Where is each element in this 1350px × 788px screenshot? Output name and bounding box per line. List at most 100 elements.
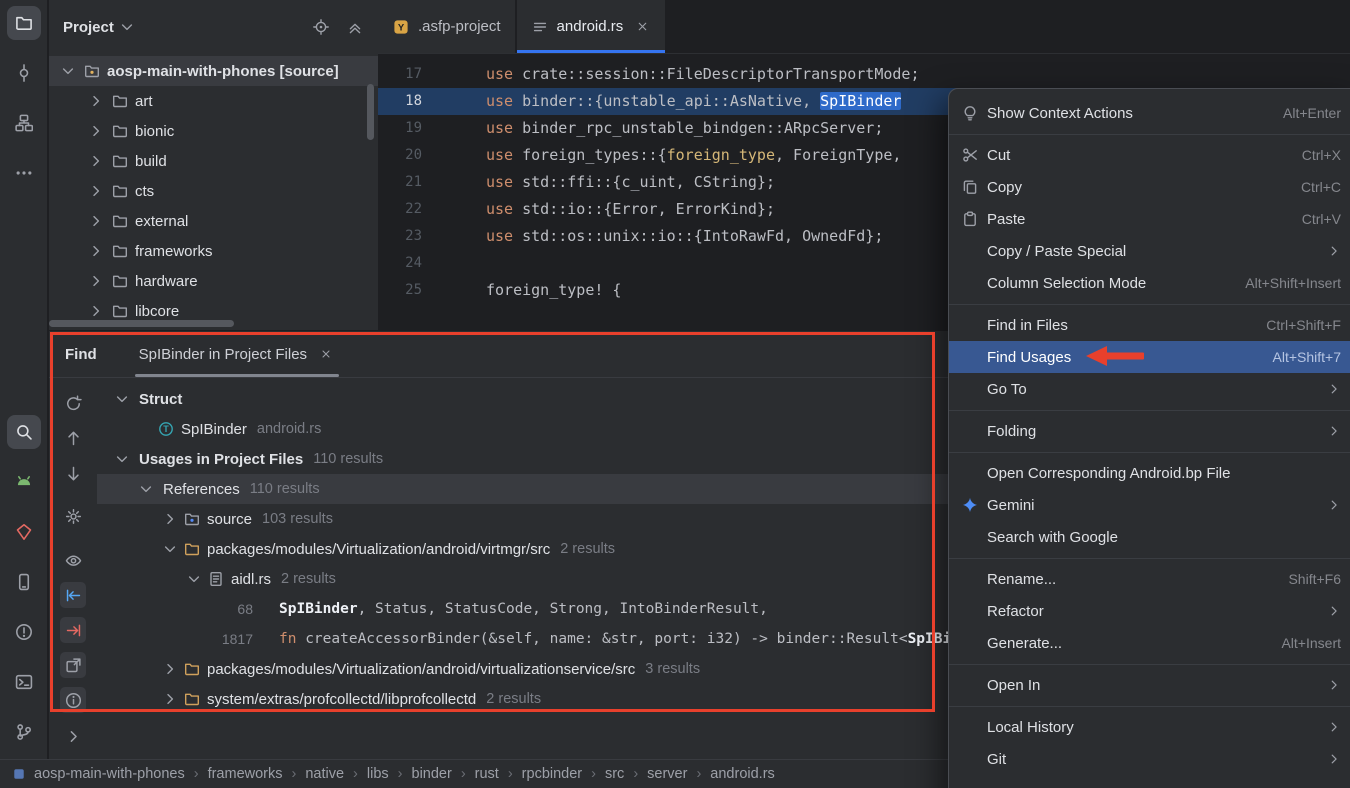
tool-button-commit[interactable] [7, 56, 41, 90]
project-tree-item-art[interactable]: art [49, 86, 378, 116]
menu-item-column-selection-mode[interactable]: Column Selection ModeAlt+Shift+Insert [949, 267, 1350, 299]
menu-item-find-in-files[interactable]: Find in FilesCtrl+Shift+F [949, 309, 1350, 341]
tree-expander[interactable] [183, 570, 205, 588]
menu-item-find-usages[interactable]: Find UsagesAlt+Shift+7 [949, 341, 1350, 373]
tool-button-problems[interactable] [7, 615, 41, 649]
breadcrumb-item-native[interactable]: native [305, 766, 344, 782]
code-line-17[interactable]: 17use crate::session::FileDescriptorTran… [378, 61, 1350, 88]
menu-item-copy[interactable]: CopyCtrl+C [949, 171, 1350, 203]
menu-item-rename[interactable]: Rename...Shift+F6 [949, 563, 1350, 595]
find-toolbar-previous-occurrence[interactable] [60, 425, 86, 451]
horizontal-scrollbar[interactable] [49, 320, 234, 327]
menu-item-go-to[interactable]: Go To [949, 373, 1350, 405]
breadcrumb-item-server[interactable]: server [647, 766, 687, 782]
result-label: References [163, 481, 240, 498]
tree-expander-icon[interactable] [87, 122, 105, 140]
breadcrumb-separator: › [353, 766, 358, 782]
result-label: packages/modules/Virtualization/android/… [207, 661, 635, 678]
find-results-tab[interactable]: SpIBinder in Project Files [127, 331, 347, 377]
tree-expander[interactable] [159, 540, 181, 558]
editor-tab-android-rs[interactable]: android.rs [517, 0, 668, 53]
menu-item-folding[interactable]: Folding [949, 415, 1350, 447]
menu-item-generate[interactable]: Generate...Alt+Insert [949, 627, 1350, 659]
project-tree-item-aosp-main-with-phones-source[interactable]: aosp-main-with-phones [source] [49, 56, 378, 86]
search-icon [15, 423, 33, 441]
tree-expander[interactable] [111, 450, 133, 468]
find-toolbar-preview[interactable] [60, 547, 86, 573]
menu-item-gemini[interactable]: Gemini [949, 489, 1350, 521]
tree-expander[interactable] [159, 660, 181, 678]
menu-item-open-in[interactable]: Open In [949, 669, 1350, 701]
find-toolbar-jump-to-source[interactable] [60, 617, 86, 643]
project-tree-item-bionic[interactable]: bionic [49, 116, 378, 146]
tree-expander-icon[interactable] [87, 152, 105, 170]
tree-expander-icon[interactable] [87, 242, 105, 260]
tree-expander[interactable] [159, 510, 181, 528]
tool-button-structure[interactable] [7, 106, 41, 140]
menu-item-open-corresponding-android-bp-file[interactable]: Open Corresponding Android.bp File [949, 457, 1350, 489]
find-toolbar-navigate-with-single-click[interactable] [60, 582, 86, 608]
menu-item-git[interactable]: Git [949, 743, 1350, 775]
tree-expander[interactable] [159, 690, 181, 708]
project-tree-item-frameworks[interactable]: frameworks [49, 236, 378, 266]
menu-item-paste[interactable]: PasteCtrl+V [949, 203, 1350, 235]
menu-item-local-history[interactable]: Local History [949, 711, 1350, 743]
menu-item-label: Copy [987, 179, 1022, 196]
tree-expander-icon[interactable] [87, 182, 105, 200]
vertical-scrollbar[interactable] [367, 84, 374, 140]
tree-expander[interactable] [111, 390, 133, 408]
code-token: use [486, 146, 522, 164]
project-tree-item-external[interactable]: external [49, 206, 378, 236]
find-toolbar-more-options[interactable] [60, 723, 86, 749]
tool-button-more-tool-windows[interactable] [7, 156, 41, 190]
close-icon[interactable] [317, 345, 335, 363]
tool-button-logcat[interactable] [7, 465, 41, 499]
project-tree-item-cts[interactable]: cts [49, 176, 378, 206]
close-icon[interactable] [633, 18, 651, 36]
collapse-all-icon[interactable] [346, 18, 364, 36]
breadcrumb-item-rust[interactable]: rust [475, 766, 499, 782]
arrow-up-icon [64, 429, 82, 447]
tool-button-app-quality-insights[interactable] [7, 515, 41, 549]
find-toolbar-settings[interactable] [60, 503, 86, 529]
menu-item-search-with-google[interactable]: Search with Google [949, 521, 1350, 553]
find-toolbar-next-occurrence[interactable] [60, 460, 86, 486]
project-tree-item-hardware[interactable]: hardware [49, 266, 378, 296]
nav-arrow-left-icon [64, 586, 82, 604]
find-toolbar-open-results-in-new-tab[interactable] [60, 652, 86, 678]
refresh-icon [64, 394, 82, 412]
breadcrumb-item-aosp-main-with-phones[interactable]: aosp-main-with-phones [10, 765, 185, 783]
tree-expander-icon[interactable] [59, 62, 77, 80]
breadcrumb-item-binder[interactable]: binder [412, 766, 452, 782]
project-panel-title[interactable]: Project [63, 19, 114, 36]
tree-expander[interactable] [135, 480, 157, 498]
tool-button-find[interactable] [7, 415, 41, 449]
menu-item-shortcut: Ctrl+V [1302, 211, 1341, 227]
tree-expander-icon[interactable] [87, 302, 105, 320]
find-toolbar-rerun[interactable] [60, 390, 86, 416]
tree-expander-icon[interactable] [87, 272, 105, 290]
menu-item-copy-paste-special[interactable]: Copy / Paste Special [949, 235, 1350, 267]
breadcrumb-item-frameworks[interactable]: frameworks [208, 766, 283, 782]
tree-expander-icon[interactable] [87, 212, 105, 230]
tool-button-device-manager[interactable] [7, 565, 41, 599]
chevron-down-icon[interactable] [118, 18, 136, 36]
result-count: 3 results [645, 661, 700, 677]
editor-tab-asfp-project[interactable]: Y.asfp-project [378, 0, 517, 53]
tool-button-project[interactable] [7, 6, 41, 40]
menu-item-cut[interactable]: CutCtrl+X [949, 139, 1350, 171]
menu-item-show-context-actions[interactable]: Show Context ActionsAlt+Enter [949, 97, 1350, 129]
tree-expander-icon[interactable] [87, 92, 105, 110]
tool-button-terminal[interactable] [7, 665, 41, 699]
find-toolbar-help[interactable] [60, 687, 86, 713]
breadcrumb-item-android-rs[interactable]: android.rs [710, 766, 774, 782]
code-token: foreign_types::{ [522, 146, 667, 164]
breadcrumb-item-libs[interactable]: libs [367, 766, 389, 782]
breadcrumb-label: native [305, 766, 344, 782]
breadcrumb-item-rpcbinder[interactable]: rpcbinder [522, 766, 582, 782]
menu-item-refactor[interactable]: Refactor [949, 595, 1350, 627]
select-opened-file-icon[interactable] [312, 18, 330, 36]
project-tree-item-build[interactable]: build [49, 146, 378, 176]
tool-button-version-control[interactable] [7, 715, 41, 749]
breadcrumb-item-src[interactable]: src [605, 766, 624, 782]
